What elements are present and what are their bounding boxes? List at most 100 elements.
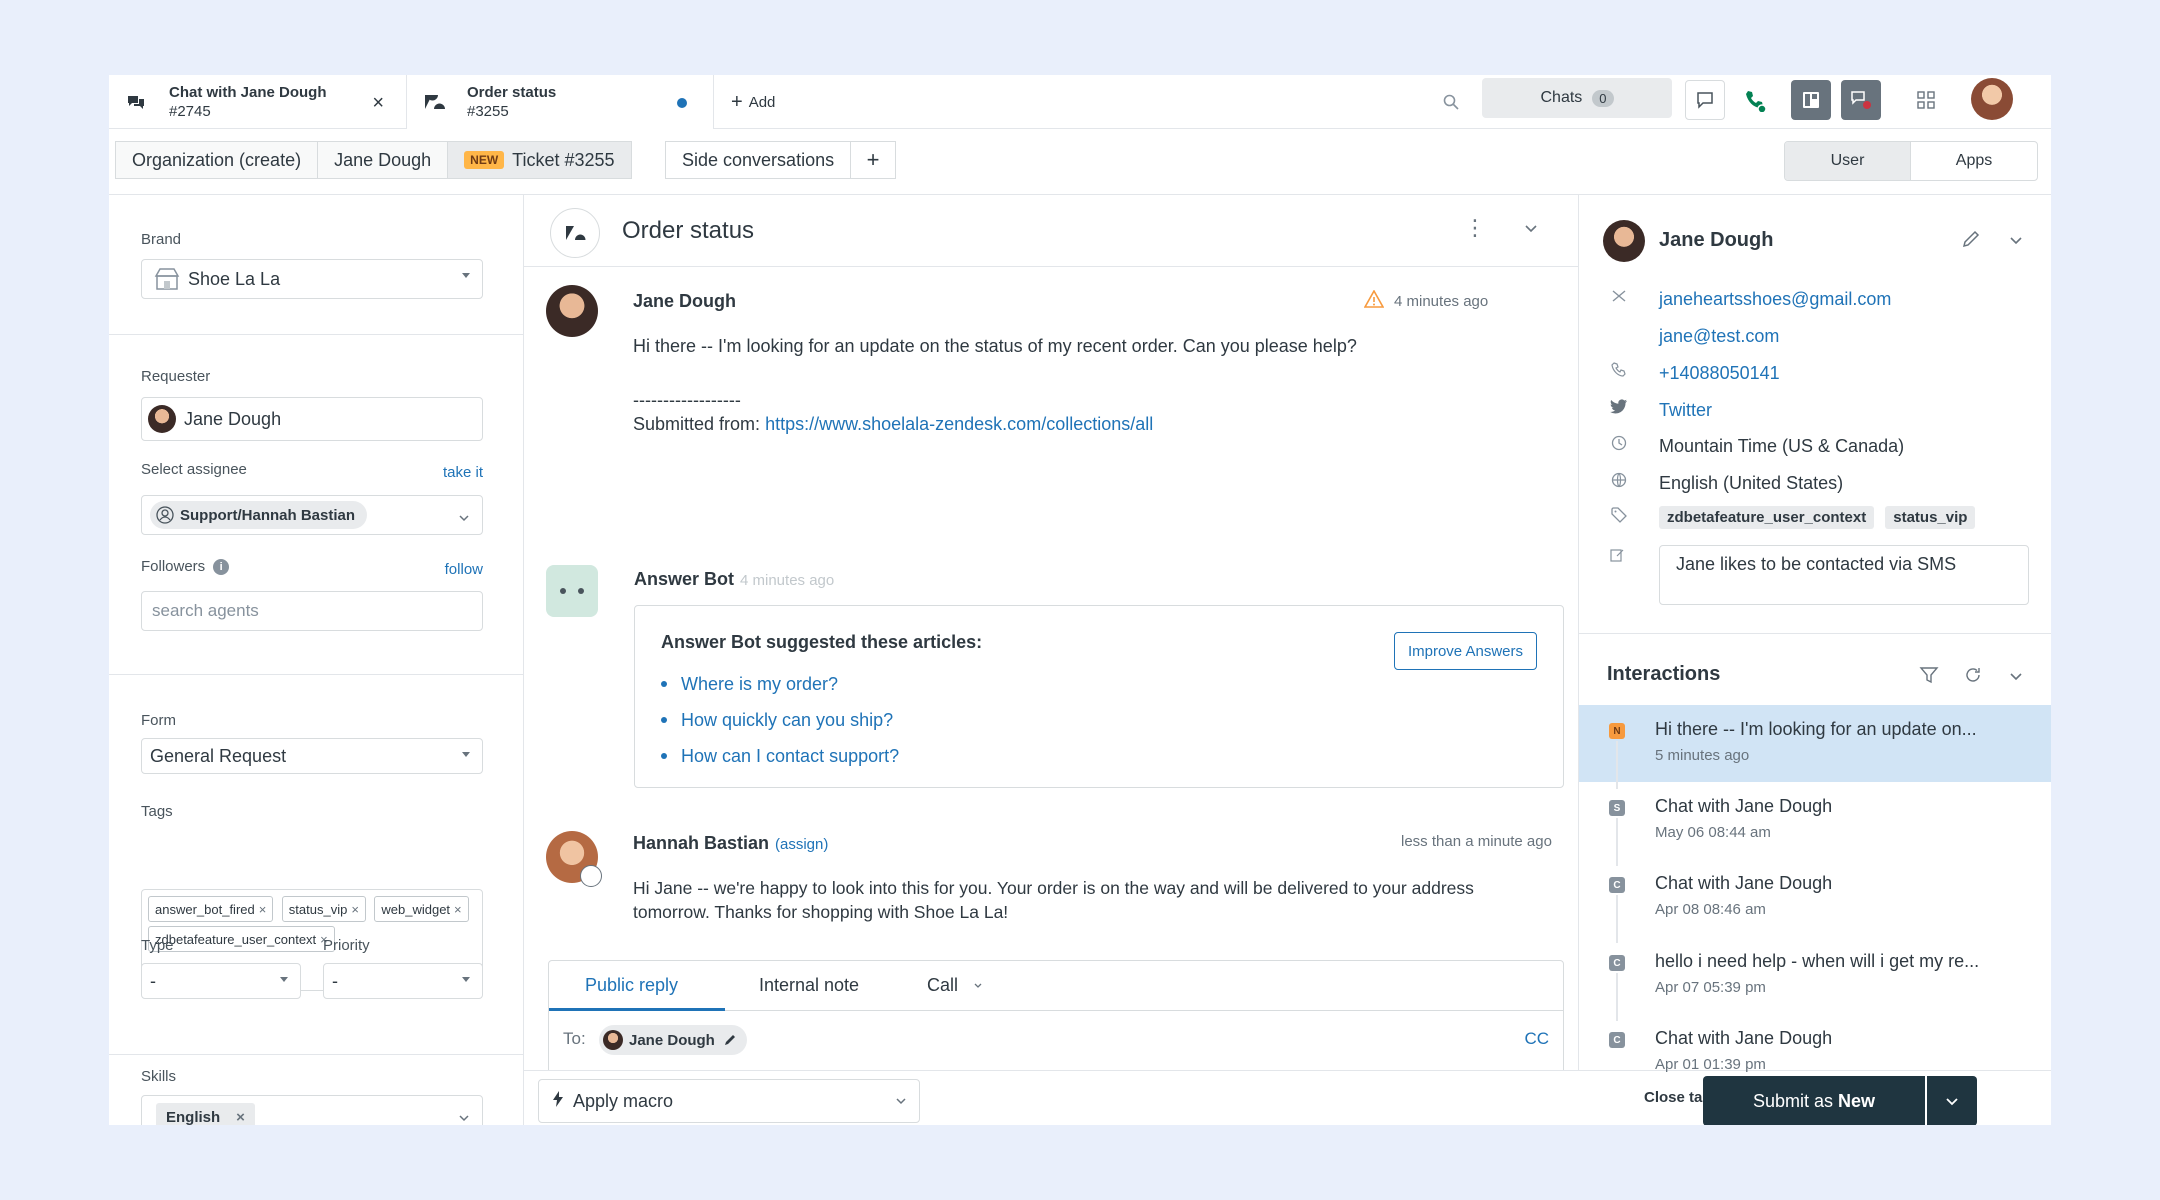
message-author[interactable]: Hannah Bastian (633, 833, 769, 854)
remove-tag-icon[interactable]: × (259, 902, 267, 917)
skill-label: English (166, 1108, 221, 1126)
side-conversations-button[interactable]: Side conversations (665, 141, 851, 179)
email-icon (1609, 288, 1629, 304)
apply-macro-label: Apply macro (573, 1090, 674, 1111)
phone-icon[interactable] (1735, 80, 1775, 120)
form-select[interactable]: General Request (141, 738, 483, 774)
tag-label: web_widget (381, 901, 451, 917)
chevron-down-icon[interactable] (1524, 221, 1538, 240)
remove-skill-icon[interactable]: × (236, 1109, 245, 1126)
tab-call[interactable]: Call (927, 975, 983, 996)
tab-public-reply[interactable]: Public reply (585, 975, 678, 996)
chevron-down-icon[interactable] (2009, 669, 2023, 688)
zendesk-ticket-icon (423, 93, 445, 111)
assignee-select[interactable]: Support/Hannah Bastian (141, 495, 483, 535)
tab-user[interactable]: User (1785, 142, 1911, 180)
message-author[interactable]: Jane Dough (633, 291, 736, 312)
requester-field[interactable]: Jane Dough (141, 397, 483, 441)
tab-internal-note[interactable]: Internal note (759, 975, 859, 996)
skills-select[interactable]: English × (141, 1095, 483, 1125)
message-body: tomorrow. Thanks for shopping with Shoe … (633, 902, 1009, 922)
chevron-down-icon (458, 1108, 470, 1125)
to-label: To: (563, 1029, 586, 1048)
article-link[interactable]: Where is my order? (660, 666, 899, 702)
apps-grid-icon[interactable] (1906, 80, 1946, 120)
close-tab-label: Close tab (1644, 1089, 1712, 1106)
take-it-link[interactable]: take it (443, 464, 483, 481)
interaction-item[interactable]: C hello i need help - when will i get my… (1579, 937, 2051, 1021)
add-tab-button[interactable]: + Add (731, 75, 775, 129)
email-link[interactable]: janeheartsshoes@gmail.com (1659, 289, 1891, 310)
remove-tag-icon[interactable]: × (351, 902, 359, 917)
tag-chip: web_widget × (374, 896, 469, 922)
interaction-title: Hi there -- I'm looking for an update on… (1655, 719, 1977, 739)
add-side-conversation-button[interactable]: + (850, 141, 897, 179)
chats-button[interactable]: Chats 0 (1482, 78, 1672, 118)
remove-tag-icon[interactable]: × (454, 902, 462, 917)
cc-button[interactable]: CC (1524, 1029, 1549, 1049)
brand-section: Brand Shoe La La (109, 195, 523, 335)
context-panel-icon[interactable] (1791, 80, 1831, 120)
article-link[interactable]: How quickly can you ship? (660, 702, 899, 738)
email-link[interactable]: jane@test.com (1659, 326, 1779, 347)
submitted-url-link[interactable]: https://www.shoelala-zendesk.com/collect… (765, 414, 1153, 434)
avatar (603, 1030, 623, 1050)
interaction-item[interactable]: C Chat with Jane Dough Apr 01 01:39 pm (1579, 1014, 2051, 1091)
tag-chip: status_vip × (281, 896, 366, 922)
type-value: - (150, 970, 156, 991)
brand-select[interactable]: Shoe La La (141, 259, 483, 299)
tab-chat-jane[interactable]: Chat with Jane Dough #2745 × (109, 75, 407, 129)
recipient-name: Jane Dough (629, 1031, 715, 1049)
chevron-down-icon (458, 508, 470, 529)
type-select[interactable]: - (141, 963, 301, 999)
search-icon[interactable] (1436, 87, 1466, 117)
recipient-chip[interactable]: Jane Dough (599, 1025, 747, 1055)
priority-select[interactable]: - (323, 963, 483, 999)
follow-link[interactable]: follow (445, 561, 483, 578)
tab-apps[interactable]: Apps (1911, 142, 2037, 180)
user-name[interactable]: Jane Dough (1659, 229, 1773, 252)
timezone-value: Mountain Time (US & Canada) (1659, 436, 1905, 456)
filter-icon[interactable] (1919, 665, 1939, 690)
user-context-panel: Jane Dough janeheartsshoes@gmail.com jan… (1578, 195, 2051, 1073)
improve-answers-button[interactable]: Improve Answers (1393, 632, 1537, 670)
interaction-item[interactable]: N Hi there -- I'm looking for an update … (1579, 705, 2051, 789)
chevron-down-icon[interactable] (2009, 233, 2023, 252)
twitter-link[interactable]: Twitter (1659, 400, 1712, 421)
submitted-label: Submitted from: (633, 414, 761, 434)
info-icon[interactable]: i (213, 558, 230, 575)
agent-avatar[interactable] (1971, 78, 2013, 120)
tab-order-status[interactable]: Order status #3255 (407, 75, 714, 129)
interaction-item[interactable]: S Chat with Jane Dough May 06 08:44 am (1579, 782, 2051, 866)
form-label: Form (141, 712, 176, 729)
breadcrumb-ticket-label: Ticket #3255 (512, 149, 615, 170)
conversations-icon[interactable] (1685, 80, 1725, 120)
breadcrumb-user[interactable]: Jane Dough (317, 141, 448, 179)
breadcrumb-ticket[interactable]: NEW Ticket #3255 (447, 141, 632, 179)
submit-label: Submit as (1752, 1090, 1834, 1111)
pencil-icon[interactable] (1961, 229, 1981, 254)
phone-link[interactable]: +14088050141 (1659, 363, 1780, 384)
assign-link[interactable]: (assign) (775, 836, 828, 853)
skills-label: Skills (141, 1068, 177, 1085)
breadcrumb-organization[interactable]: Organization (create) (115, 141, 318, 179)
followers-search-input[interactable]: search agents (141, 591, 483, 631)
close-tab-icon[interactable]: × (372, 92, 384, 115)
refresh-icon[interactable] (1963, 665, 1983, 690)
side-conversations-bar: Side conversations + (665, 141, 897, 179)
tab-subtitle: #3255 (467, 103, 509, 120)
reply-type-tabs: Public reply Internal note Call (549, 961, 1563, 1011)
submitted-from: Submitted from: https://www.shoelala-zen… (633, 413, 1153, 436)
side-conversations-icon[interactable] (1841, 80, 1881, 120)
more-options-icon[interactable]: ⋮ (1464, 215, 1486, 241)
tab-subtitle: #2745 (169, 103, 211, 120)
article-link[interactable]: How can I contact support? (660, 738, 899, 774)
interaction-item[interactable]: C Chat with Jane Dough Apr 08 08:46 am (1579, 859, 2051, 943)
plus-icon: + (731, 90, 743, 113)
brand-label: Brand (141, 231, 182, 248)
user-notes-textarea[interactable]: Jane likes to be contacted via SMS (1659, 545, 2029, 605)
apply-macro-select[interactable]: Apply macro (538, 1079, 920, 1123)
message-body: Hi Jane -- we're happy to look into this… (633, 878, 1474, 898)
pencil-icon[interactable] (723, 1033, 737, 1047)
tag-chip: answer_bot_fired × (148, 896, 274, 922)
